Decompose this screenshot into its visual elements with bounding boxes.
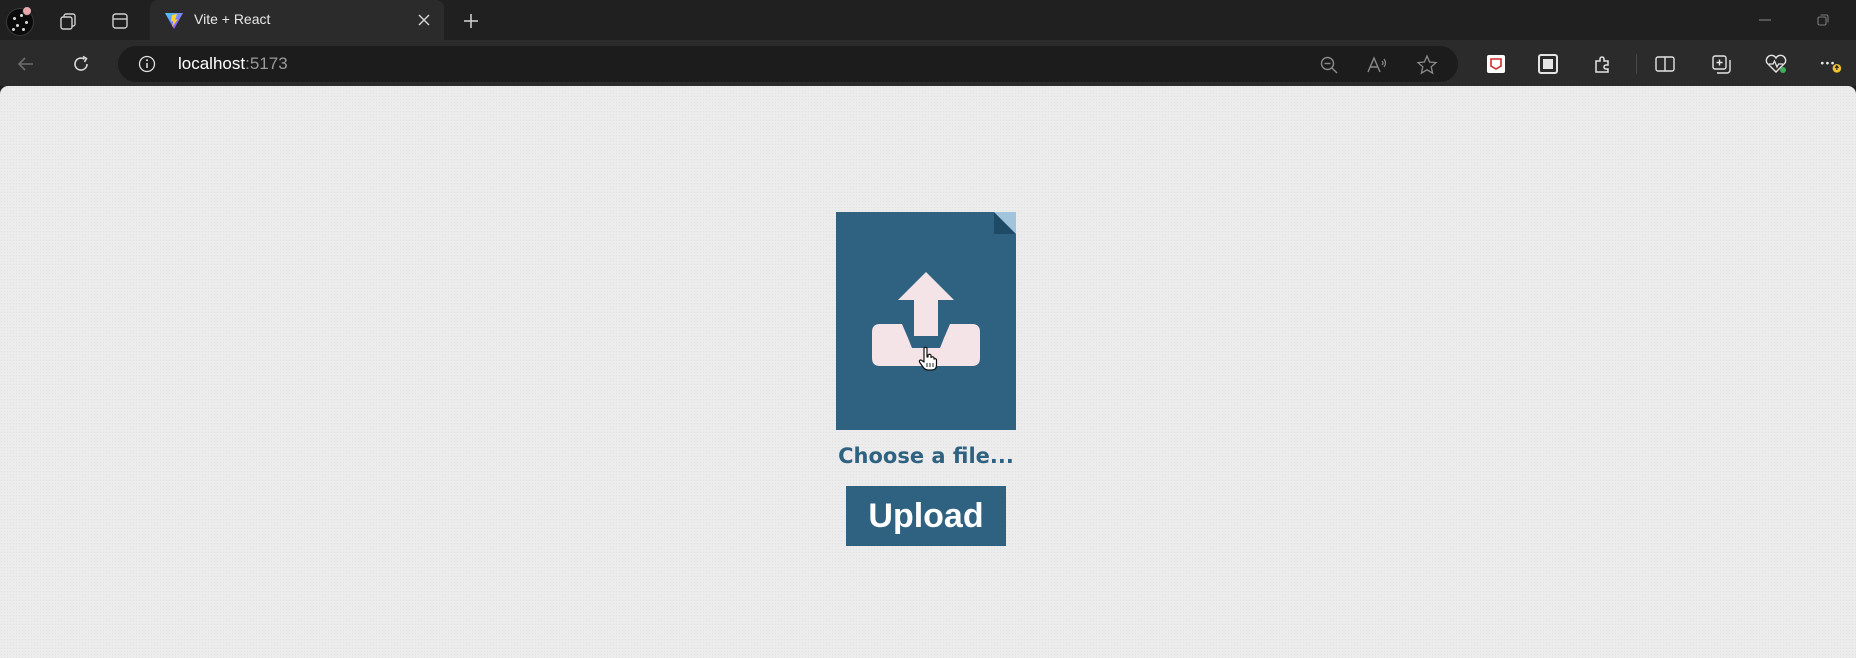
hand-cursor-icon [918,346,938,371]
minimize-button[interactable] [1752,8,1778,32]
screenshot-extension-icon[interactable] [1536,52,1560,76]
url-port: :5173 [245,54,288,73]
back-arrow-icon [17,57,33,71]
toolbar-divider [1636,54,1637,74]
split-screen-icon[interactable] [1653,52,1677,76]
favorite-star-icon[interactable] [1416,54,1438,76]
restore-icon [1817,14,1829,26]
page-fold-corner [994,212,1016,234]
vite-logo-icon [164,10,184,30]
extensions-puzzle-icon[interactable] [1591,52,1615,76]
back-button[interactable] [12,50,40,78]
minimize-icon [1759,19,1771,21]
plus-icon [464,14,478,28]
browser-essentials-icon[interactable] [1764,52,1788,76]
url-text[interactable]: localhost:5173 [178,54,288,74]
read-aloud-icon[interactable] [1366,54,1388,76]
refresh-button[interactable] [67,50,95,78]
refresh-icon [74,55,88,71]
upload-form: Choose a file... Upload [836,212,1016,546]
browser-window: Vite + React localhost:5173 Choose a fil… [0,0,1856,658]
site-info-icon[interactable] [138,55,156,73]
url-host: localhost [178,54,246,73]
file-input-dropzone[interactable] [836,212,1016,430]
address-bar[interactable]: localhost:5173 [118,46,1458,82]
workspaces-icon[interactable] [57,10,79,32]
tab-title: Vite + React [194,11,271,27]
vertical-tabs-icon[interactable] [109,10,131,32]
upload-button[interactable]: Upload [846,486,1006,546]
close-icon[interactable] [414,10,434,30]
choose-file-label[interactable]: Choose a file... [836,444,1016,468]
collections-icon[interactable] [1709,52,1733,76]
settings-more-icon[interactable] [1818,52,1842,76]
address-toolbar: localhost:5173 [0,40,1856,86]
tab-vite-react[interactable]: Vite + React [150,0,444,40]
page-viewport: Choose a file... Upload [0,86,1856,658]
new-tab-button[interactable] [458,8,484,34]
restore-button[interactable] [1810,8,1836,32]
pdf-extension-icon[interactable] [1484,52,1508,76]
profile-notification-badge [22,6,32,16]
zoom-out-icon[interactable] [1318,54,1340,76]
tab-bar: Vite + React [0,0,1856,40]
